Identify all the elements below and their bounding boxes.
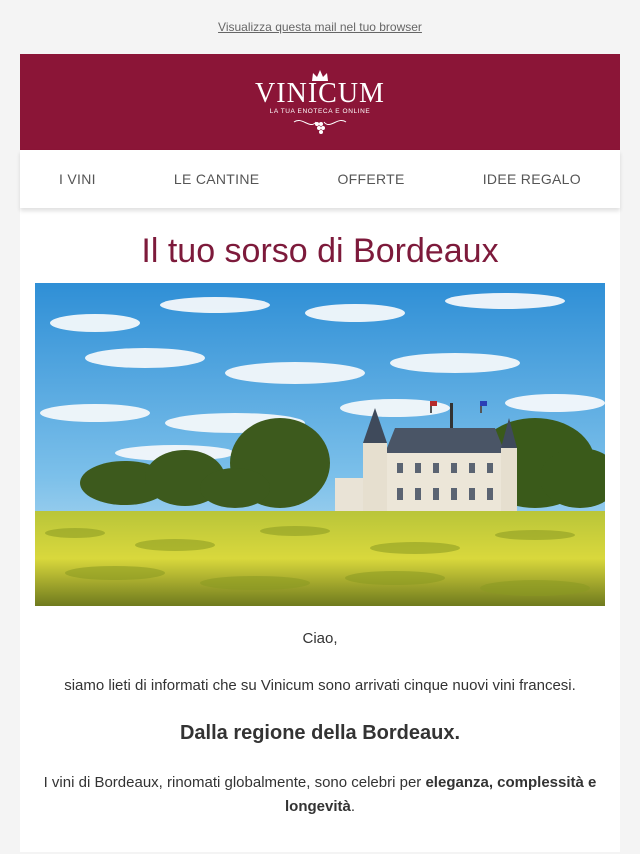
description-paragraph: I vini di Bordeaux, rinomati globalmente… [35,771,605,819]
hero-image[interactable] [35,283,605,606]
para-end-text: . [350,798,356,815]
nav-item-vini[interactable]: I VINI [59,171,96,187]
page-title: Il tuo sorso di Bordeaux [141,232,499,270]
nav-item-cantine[interactable]: LE CANTINE [174,171,259,187]
greeting-text: Ciao, [302,630,338,647]
vinicum-logo[interactable]: VINICUM LA TUA ENOTECA E ONLINE [255,69,385,136]
brand-name: VINICUM [255,77,385,109]
top-bar: Visualizza questa mail nel tuo browser [0,0,640,54]
intro-text: siamo lieti di informati che su Vinicum … [64,677,576,694]
view-in-browser-link[interactable]: Visualizza questa mail nel tuo browser [218,20,422,34]
header-banner: VINICUM LA TUA ENOTECA E ONLINE [20,54,620,150]
grapes-ornament-icon [293,119,347,134]
brand-tagline: LA TUA ENOTECA E ONLINE [269,107,371,115]
nav-item-idee-regalo[interactable]: IDEE REGALO [483,171,581,187]
section-subheading: Dalla regione della Bordeaux. [179,722,461,744]
para-start-text: I vini di Bordeaux, rinomati globalmente… [43,774,426,791]
nav-item-offerte[interactable]: OFFERTE [337,171,404,187]
main-nav: I VINI LE CANTINE OFFERTE IDEE REGALO [20,150,620,208]
email-content: Il tuo sorso di Bordeaux Ciao, siamo lie… [20,208,620,852]
